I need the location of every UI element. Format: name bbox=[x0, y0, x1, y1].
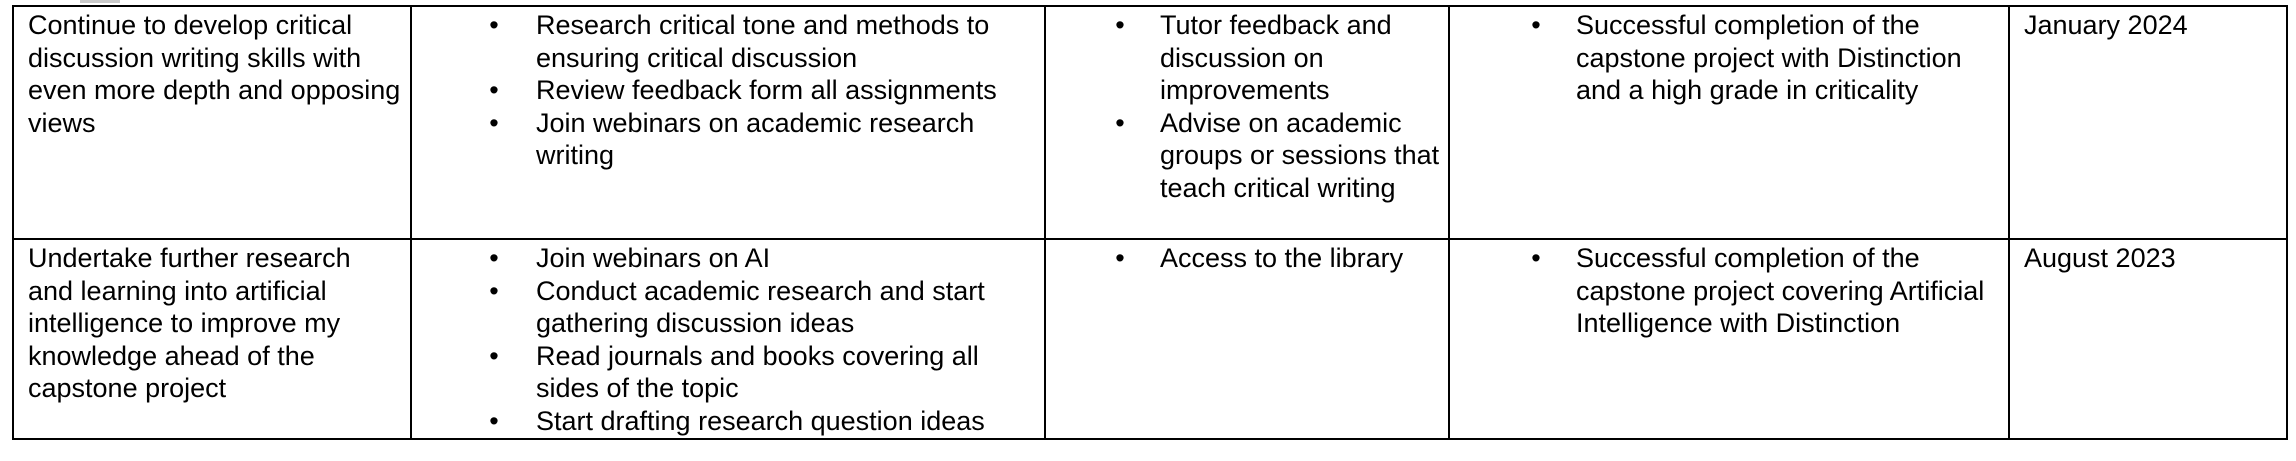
goal-cell: Continue to develop critical discussion … bbox=[12, 5, 412, 240]
list-item-text: Join webinars on academic research writi… bbox=[536, 107, 975, 171]
success-measure-cell: • Successful completion of the capstone p… bbox=[1448, 238, 2010, 440]
list-item: • Advise on academic groups or sessions t… bbox=[1060, 107, 1440, 205]
table-row: Continue to develop critical discussion … bbox=[12, 5, 2288, 240]
list-item-text: Access to the library bbox=[1160, 243, 1404, 273]
bullet-icon: • bbox=[1531, 10, 1541, 40]
bullet-icon: • bbox=[489, 340, 499, 371]
cropped-marker bbox=[80, 0, 120, 3]
list-item-text: Review feedback form all assignments bbox=[536, 75, 997, 105]
bullet-icon: • bbox=[1531, 243, 1541, 273]
bullet-icon: • bbox=[489, 10, 499, 40]
list-item: • Review feedback form all assignments bbox=[426, 74, 1036, 107]
support-cell: • Tutor feedback and discussion on improv… bbox=[1044, 5, 1450, 240]
target-date-cell: January 2024 bbox=[2008, 5, 2288, 240]
bullet-icon: • bbox=[1115, 107, 1125, 138]
list-item-text: Successful completion of the capstone pr… bbox=[1576, 10, 1962, 105]
list-item: • Successful completion of the capstone p… bbox=[1464, 242, 2000, 340]
bullet-icon: • bbox=[489, 405, 499, 436]
list-item: • Tutor feedback and discussion on improv… bbox=[1060, 9, 1440, 107]
bullet-icon: • bbox=[489, 243, 499, 273]
success-measure-list: • Successful completion of the capstone p… bbox=[1464, 9, 2000, 107]
bullet-icon: • bbox=[1115, 243, 1125, 273]
list-item-text: Research critical tone and methods to en… bbox=[536, 10, 990, 73]
list-item-text: Advise on academic groups or sessions th… bbox=[1160, 107, 1440, 203]
support-list: • Access to the library bbox=[1060, 242, 1440, 275]
list-item: • Read journals and books covering all si… bbox=[426, 340, 1036, 405]
development-plan-table: Continue to develop critical discussion … bbox=[12, 5, 2288, 440]
goal-cell: Undertake further research and learning … bbox=[12, 238, 412, 440]
bullet-icon: • bbox=[489, 107, 499, 138]
bullet-icon: • bbox=[489, 75, 499, 105]
list-item: • Start drafting research question ideas bbox=[426, 405, 1036, 438]
actions-list: • Research critical tone and methods to e… bbox=[426, 9, 1036, 172]
table-row: Undertake further research and learning … bbox=[12, 238, 2288, 440]
list-item: • Access to the library bbox=[1060, 242, 1440, 275]
support-list: • Tutor feedback and discussion on improv… bbox=[1060, 9, 1440, 204]
list-item: • Join webinars on AI bbox=[426, 242, 1036, 275]
bullet-icon: • bbox=[489, 275, 499, 306]
list-item: • Successful completion of the capstone p… bbox=[1464, 9, 2000, 107]
actions-cell: • Research critical tone and methods to e… bbox=[410, 5, 1046, 240]
list-item: • Join webinars on academic research writ… bbox=[426, 107, 1036, 172]
list-item-text: Conduct academic research and start gath… bbox=[536, 275, 985, 339]
list-item-text: Read journals and books covering all sid… bbox=[536, 340, 979, 404]
list-item-text: Tutor feedback and discussion on improve… bbox=[1160, 10, 1392, 105]
actions-list: • Join webinars on AI • Conduct academic r… bbox=[426, 242, 1036, 437]
support-cell: • Access to the library bbox=[1044, 238, 1450, 440]
document-page: Continue to develop critical discussion … bbox=[0, 0, 2296, 461]
list-item-text: Successful completion of the capstone pr… bbox=[1576, 243, 1985, 338]
success-measure-cell: • Successful completion of the capstone p… bbox=[1448, 5, 2010, 240]
target-date-cell: August 2023 bbox=[2008, 238, 2288, 440]
success-measure-list: • Successful completion of the capstone p… bbox=[1464, 242, 2000, 340]
list-item: • Research critical tone and methods to e… bbox=[426, 9, 1036, 74]
actions-cell: • Join webinars on AI • Conduct academic r… bbox=[410, 238, 1046, 440]
list-item-text: Start drafting research question ideas bbox=[536, 405, 985, 436]
bullet-icon: • bbox=[1115, 10, 1125, 40]
list-item-text: Join webinars on AI bbox=[536, 243, 771, 273]
list-item: • Conduct academic research and start gat… bbox=[426, 275, 1036, 340]
